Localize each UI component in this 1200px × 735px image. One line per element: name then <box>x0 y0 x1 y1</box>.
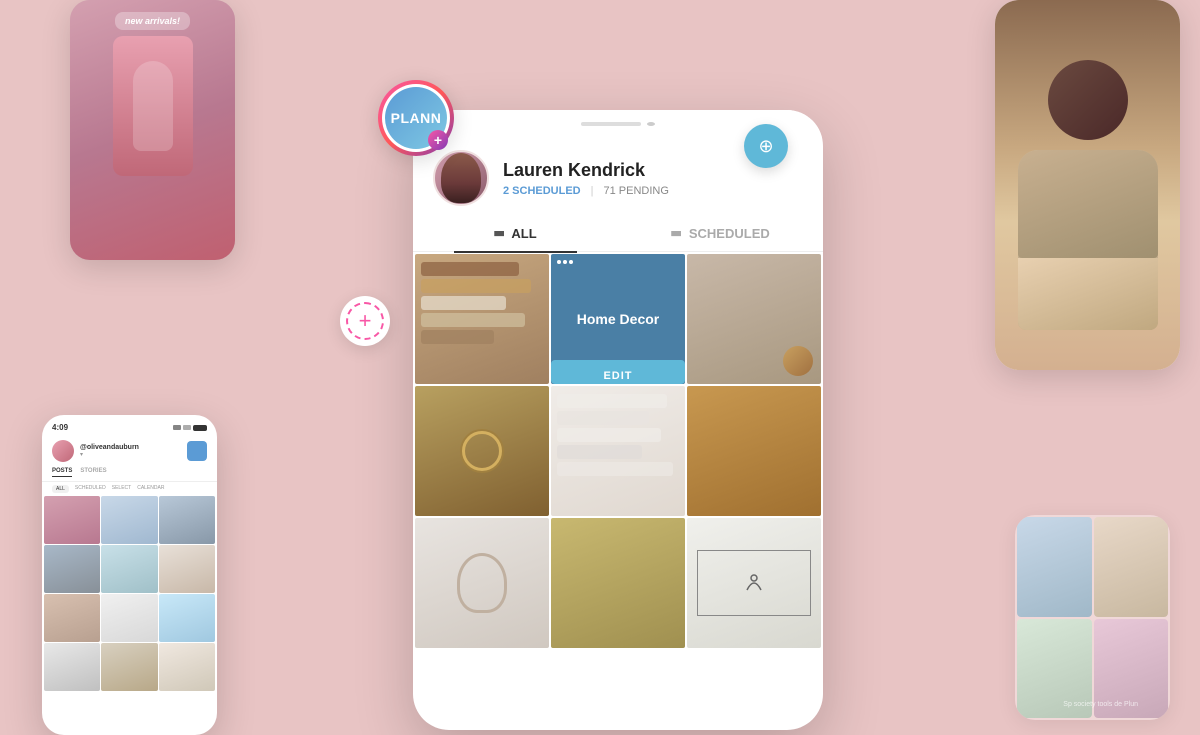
girl-image <box>113 36 193 176</box>
rb-cell-1 <box>1017 517 1092 617</box>
plann-logo-ring: PLANN + <box>378 80 454 156</box>
profile-stats: 2 SCHEDULED | 71 PENDING <box>503 185 669 197</box>
white-clothes-decoration <box>551 386 685 516</box>
avatar-main <box>433 150 489 206</box>
add-button[interactable]: + <box>340 296 390 346</box>
dropdown-icon: ▾ <box>80 451 139 458</box>
profile-name-main: Lauren Kendrick <box>503 160 669 181</box>
photo-grid-center: Home Decor EDIT <box>413 252 823 650</box>
edit-button[interactable]: EDIT <box>551 360 685 384</box>
grid-cell-knit <box>687 386 821 516</box>
tab-flag-icon-2 <box>671 231 681 239</box>
subtab-all[interactable]: ALL <box>52 485 69 493</box>
grid-cell-white-clothes <box>551 386 685 516</box>
grid-item <box>159 545 215 593</box>
home-decor-label: Home Decor <box>577 311 659 327</box>
notch-pills <box>581 122 655 126</box>
grid-item <box>44 594 100 642</box>
grid-item <box>159 643 215 691</box>
photo-grid-small <box>42 496 217 691</box>
dot-1 <box>557 260 561 264</box>
phone-right-top <box>995 0 1180 370</box>
phone-right-bottom: Sp society tools de Plun <box>1015 515 1170 720</box>
grid-item <box>44 643 100 691</box>
status-icons <box>173 425 207 431</box>
tab-scheduled[interactable]: SCHEDULED <box>618 216 823 251</box>
phone-left-background: new arrivals! <box>70 0 235 260</box>
subtab-scheduled[interactable]: SCHEDULED <box>75 485 106 493</box>
zoom-icon: ⊕ <box>758 136 773 157</box>
tab-posts[interactable]: POSTS <box>52 468 72 477</box>
dot-3 <box>569 260 573 264</box>
grid-item <box>159 496 215 544</box>
scheduled-count: 2 SCHEDULED <box>503 185 581 197</box>
grid-cell-mirror <box>415 518 549 648</box>
subtab-select[interactable]: SELECT <box>112 485 131 493</box>
grid-item <box>44 545 100 593</box>
add-icon: + <box>359 308 372 334</box>
phone-left-tabs: POSTS STORIES <box>42 466 217 482</box>
dots-menu <box>557 260 573 264</box>
phone-left-header: 4:09 <box>42 415 217 436</box>
tab-all-label: ALL <box>511 226 536 241</box>
phone-left-subtabs: ALL SCHEDULED SELECT CALENDAR <box>42 482 217 496</box>
phone-right-top-inner <box>995 0 1180 370</box>
stat-divider: | <box>591 185 594 197</box>
signal-icon <box>173 425 181 430</box>
tabs: ALL SCHEDULED <box>413 216 823 252</box>
subtab-calendar[interactable]: CALENDAR <box>137 485 164 493</box>
person-silhouette <box>133 61 173 151</box>
tab-stories[interactable]: STORIES <box>80 468 106 477</box>
battery-icon <box>193 425 207 431</box>
plann-plus-icon: + <box>428 130 448 150</box>
blue-square-icon <box>187 441 207 461</box>
grid-item <box>44 496 100 544</box>
grid-cell-sketch <box>687 518 821 648</box>
zoom-button[interactable]: ⊕ <box>744 124 788 168</box>
dot-2 <box>563 260 567 264</box>
avatar-face <box>441 153 481 203</box>
phone-left-grid: 4:09 @oliveandauburn ▾ POSTS STORIES ALL… <box>42 415 217 735</box>
phone-right-bottom-inner <box>1015 515 1170 720</box>
plann-logo[interactable]: PLANN + <box>378 80 454 156</box>
new-arrivals-banner: new arrivals! <box>115 12 190 30</box>
grid-item <box>101 594 157 642</box>
tab-flag-icon <box>494 231 504 239</box>
grid-item <box>101 643 157 691</box>
phone-left-profile: @oliveandauburn ▾ <box>42 436 217 466</box>
grid-cell-fabric <box>687 254 821 384</box>
add-button-inner: + <box>346 302 384 340</box>
profile-info: Lauren Kendrick 2 SCHEDULED | 71 PENDING <box>503 160 669 197</box>
wifi-icon <box>183 425 191 430</box>
grid-item <box>159 594 215 642</box>
profile-name-small: @oliveandauburn <box>80 444 139 451</box>
tab-scheduled-label: SCHEDULED <box>689 226 770 241</box>
phone-time: 4:09 <box>52 423 68 432</box>
grid-cell-rings <box>551 518 685 648</box>
rb-cell-2 <box>1094 517 1169 617</box>
notch-pill-dot <box>647 122 655 126</box>
clothes-decoration <box>415 254 549 384</box>
grid-cell-jewelry <box>415 386 549 516</box>
grid-cell-home-decor: Home Decor EDIT <box>551 254 685 384</box>
pending-count: 71 PENDING <box>603 185 668 197</box>
grid-item <box>101 545 157 593</box>
society-tag: Sp society tools de Plun <box>1063 701 1138 708</box>
notch-pill-long <box>581 122 641 126</box>
avatar-small <box>52 440 74 462</box>
tab-all[interactable]: ALL <box>413 216 618 251</box>
grid-item <box>101 496 157 544</box>
phone-center: Lauren Kendrick 2 SCHEDULED | 71 PENDING… <box>413 110 823 730</box>
grid-cell-clothes <box>415 254 549 384</box>
